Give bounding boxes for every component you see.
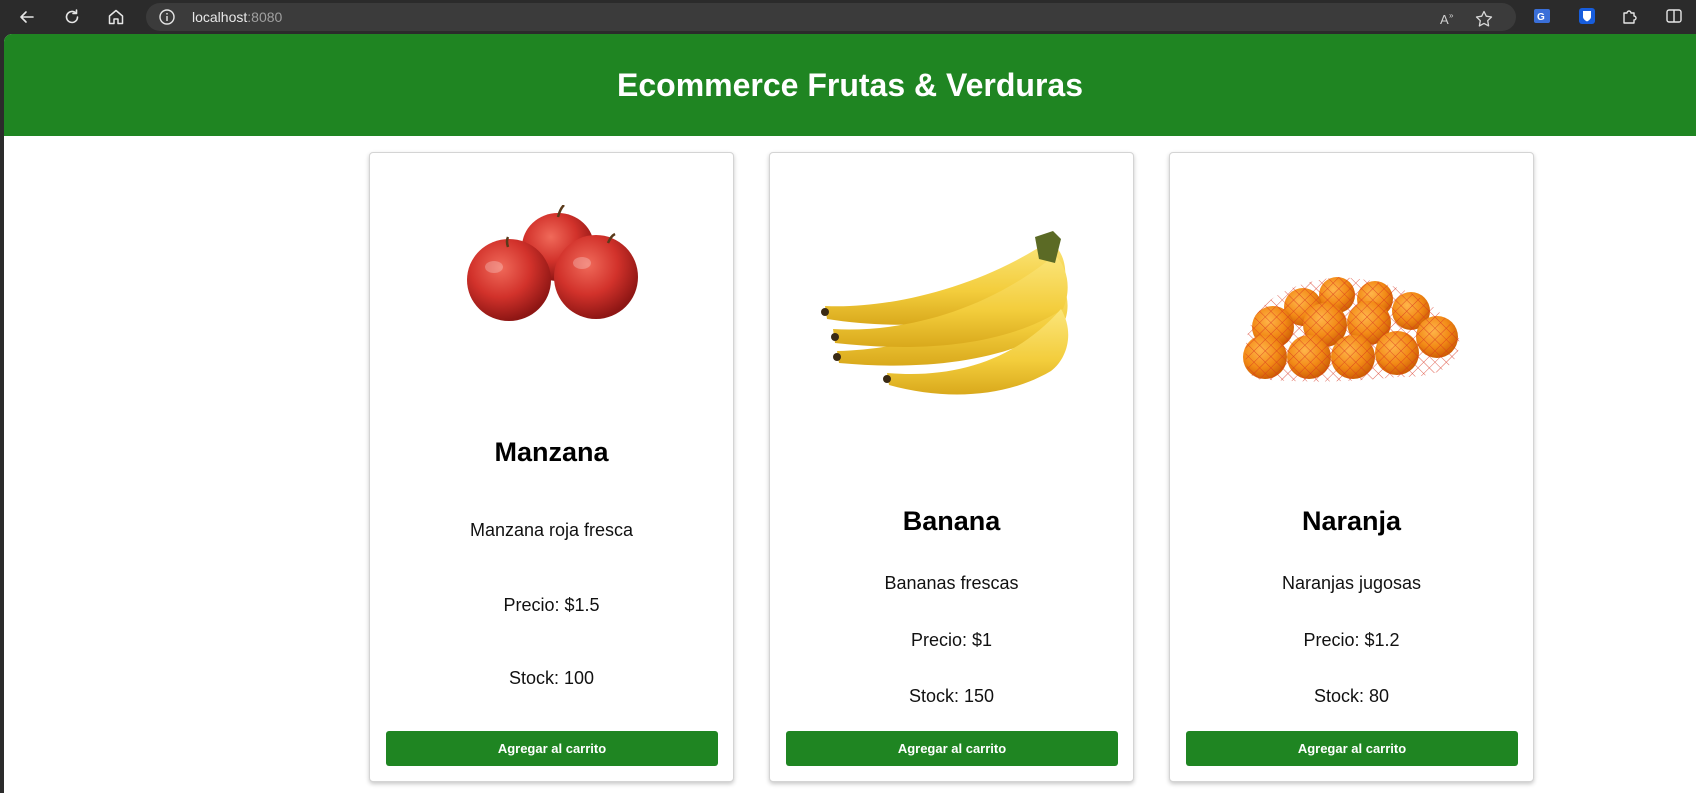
product-description: Bananas frescas xyxy=(884,573,1019,593)
product-card-manzana: Manzana Manzana roja fresca Precio: $1.5… xyxy=(369,152,734,782)
product-description: Manzana roja fresca xyxy=(469,520,634,540)
product-price: Precio: $1.2 xyxy=(1303,630,1400,650)
address-bar[interactable]: localhost:8080 A» xyxy=(146,3,1516,31)
site-header: Ecommerce Frutas & Verduras xyxy=(4,34,1696,136)
apple-image xyxy=(370,205,733,329)
add-to-cart-button[interactable]: Agregar al carrito xyxy=(386,731,718,766)
favorite-star-icon[interactable] xyxy=(1474,9,1494,29)
home-icon[interactable] xyxy=(101,2,131,32)
add-to-cart-button[interactable]: Agregar al carrito xyxy=(1186,731,1518,766)
read-aloud-icon[interactable]: A» xyxy=(1438,9,1458,29)
product-stock: Stock: 150 xyxy=(908,686,995,706)
product-name: Manzana xyxy=(494,437,609,467)
site-info-icon[interactable] xyxy=(158,8,176,26)
orange-image xyxy=(1170,277,1533,387)
extensions-puzzle-icon[interactable] xyxy=(1620,6,1640,26)
add-to-cart-button[interactable]: Agregar al carrito xyxy=(786,731,1118,766)
browser-toolbar: localhost:8080 A» G xyxy=(0,0,1696,34)
bitwarden-extension-icon[interactable] xyxy=(1577,6,1597,26)
product-price: Precio: $1 xyxy=(910,630,993,650)
url-host: localhost xyxy=(192,9,248,25)
url-text[interactable]: localhost:8080 xyxy=(192,9,282,25)
svg-text:»: » xyxy=(1449,11,1454,20)
page-viewport: Ecommerce Frutas & Verduras Manzana Manz… xyxy=(4,34,1696,793)
split-screen-icon[interactable] xyxy=(1664,6,1684,26)
product-stock: Stock: 80 xyxy=(1313,686,1390,706)
product-card-naranja: Naranja Naranjas jugosas Precio: $1.2 St… xyxy=(1169,152,1534,782)
svg-text:A: A xyxy=(1440,12,1449,27)
product-stock: Stock: 100 xyxy=(508,668,595,688)
page-title: Ecommerce Frutas & Verduras xyxy=(617,66,1083,103)
product-card-banana: Banana Bananas frescas Precio: $1 Stock:… xyxy=(769,152,1134,782)
product-name: Banana xyxy=(902,506,1001,536)
product-description: Naranjas jugosas xyxy=(1281,573,1422,593)
reload-icon[interactable] xyxy=(57,2,87,32)
product-name: Naranja xyxy=(1301,506,1402,536)
svg-text:G: G xyxy=(1537,12,1545,23)
back-icon[interactable] xyxy=(12,2,42,32)
product-price: Precio: $1.5 xyxy=(503,595,600,615)
banana-image xyxy=(770,229,1133,409)
translate-extension-icon[interactable]: G xyxy=(1532,6,1552,26)
url-port: :8080 xyxy=(247,9,283,25)
